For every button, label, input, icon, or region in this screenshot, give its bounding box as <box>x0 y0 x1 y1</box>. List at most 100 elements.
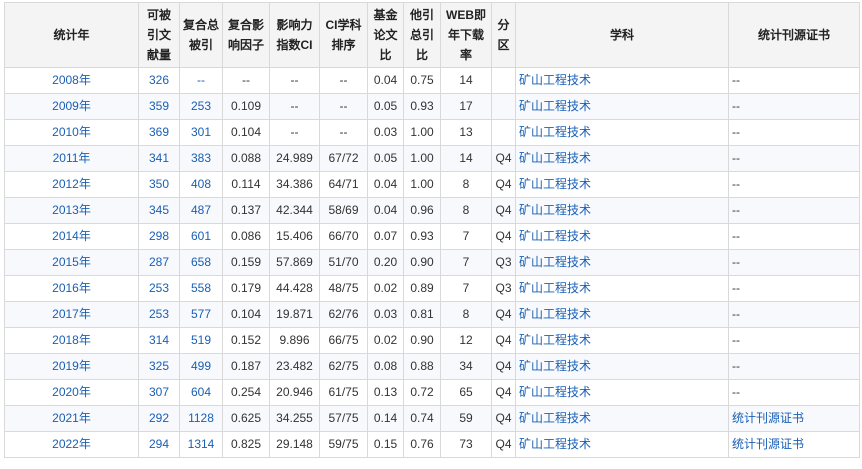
ci-rank: 62/76 <box>328 307 359 321</box>
citable-count-link[interactable]: 253 <box>149 281 169 295</box>
cell-year: 2018年 <box>4 327 139 354</box>
subject-link[interactable]: 矿山工程技术 <box>519 437 591 451</box>
citable-count-link[interactable]: 341 <box>149 151 169 165</box>
total-cited-link[interactable]: 383 <box>191 151 211 165</box>
subject-link[interactable]: 矿山工程技术 <box>519 73 591 87</box>
cell-web: 14 <box>440 145 492 172</box>
zone: Q4 <box>495 385 512 399</box>
citable-count-link[interactable]: 350 <box>149 177 169 191</box>
cell-impact: 0.137 <box>222 197 270 224</box>
total-cited-link[interactable]: 604 <box>191 385 211 399</box>
cell-ci: 34.255 <box>269 405 320 432</box>
cell-rank: 66/70 <box>319 223 368 250</box>
year-link[interactable]: 2022年 <box>52 437 91 451</box>
ci-rank: 66/75 <box>328 333 359 347</box>
cell-web: 65 <box>440 379 492 406</box>
impact-factor: -- <box>242 73 250 87</box>
cell-zone <box>491 93 516 120</box>
total-cited-link[interactable]: 558 <box>191 281 211 295</box>
citable-count-link[interactable]: 359 <box>149 99 169 113</box>
citable-count-link[interactable]: 314 <box>149 333 169 347</box>
year-link[interactable]: 2013年 <box>52 203 91 217</box>
total-cited-link[interactable]: 301 <box>191 125 211 139</box>
cell-zone <box>491 67 516 94</box>
cell-zone: Q4 <box>491 197 516 224</box>
other-cite-ratio: 0.93 <box>410 229 434 243</box>
total-cited-link[interactable]: -- <box>197 73 205 87</box>
total-cited-link[interactable]: 487 <box>191 203 211 217</box>
citable-count-link[interactable]: 326 <box>149 73 169 87</box>
cell-cert: -- <box>728 301 860 328</box>
header-row: 统计年 可被 引文 献量 复合总 被引 复合影 响因子 影响力 指数CI CI学科 排序 基金 论文比他引… <box>4 2 860 68</box>
cell-impact: 0.086 <box>222 223 270 250</box>
subject-link[interactable]: 矿山工程技术 <box>519 125 591 139</box>
table-row: 2009年 359 253 0.109 -- -- 0.05 0.93 17 矿山工程技术 -- <box>4 93 860 120</box>
year-link[interactable]: 2015年 <box>52 255 91 269</box>
citable-count-link[interactable]: 345 <box>149 203 169 217</box>
cell-ci: 15.406 <box>269 223 320 250</box>
impact-factor: 0.254 <box>230 385 262 399</box>
cell-total_cited: 658 <box>179 249 223 276</box>
total-cited-link[interactable]: 577 <box>191 307 211 321</box>
total-cited-link[interactable]: 253 <box>191 99 211 113</box>
year-link[interactable]: 2009年 <box>52 99 91 113</box>
cell-total_cited: 558 <box>179 275 223 302</box>
citable-count-link[interactable]: 307 <box>149 385 169 399</box>
subject-link[interactable]: 矿山工程技术 <box>519 385 591 399</box>
total-cited-link[interactable]: 658 <box>191 255 211 269</box>
zone: Q4 <box>495 411 512 425</box>
year-link[interactable]: 2016年 <box>52 281 91 295</box>
total-cited-link[interactable]: 519 <box>191 333 211 347</box>
citable-count-link[interactable]: 325 <box>149 359 169 373</box>
certificate-link[interactable]: 统计刊源证书 <box>732 411 804 425</box>
cell-impact: 0.179 <box>222 275 270 302</box>
cell-rank: 58/69 <box>319 197 368 224</box>
citable-count-link[interactable]: 287 <box>149 255 169 269</box>
web-download-rate: 12 <box>459 333 473 347</box>
subject-link[interactable]: 矿山工程技术 <box>519 177 591 191</box>
year-link[interactable]: 2021年 <box>52 411 91 425</box>
cell-rank: -- <box>319 119 368 146</box>
cell-rank: 51/70 <box>319 249 368 276</box>
citable-count-link[interactable]: 292 <box>149 411 169 425</box>
year-link[interactable]: 2012年 <box>52 177 91 191</box>
cell-fund: 0.04 <box>367 197 404 224</box>
total-cited-link[interactable]: 499 <box>191 359 211 373</box>
year-link[interactable]: 2014年 <box>52 229 91 243</box>
other-cite-ratio: 1.00 <box>410 125 434 139</box>
citable-count-link[interactable]: 298 <box>149 229 169 243</box>
subject-link[interactable]: 矿山工程技术 <box>519 281 591 295</box>
cell-rank: 62/76 <box>319 301 368 328</box>
citable-count-link[interactable]: 294 <box>149 437 169 451</box>
cell-web: 12 <box>440 327 492 354</box>
subject-link[interactable]: 矿山工程技术 <box>519 151 591 165</box>
cell-total_cited: 487 <box>179 197 223 224</box>
year-link[interactable]: 2011年 <box>53 151 91 165</box>
ci-rank: 48/75 <box>328 281 359 295</box>
cell-year: 2013年 <box>4 197 139 224</box>
year-link[interactable]: 2010年 <box>52 125 91 139</box>
subject-link[interactable]: 矿山工程技术 <box>519 307 591 321</box>
year-link[interactable]: 2008年 <box>52 73 91 87</box>
subject-link[interactable]: 矿山工程技术 <box>519 411 591 425</box>
certificate-link[interactable]: 统计刊源证书 <box>732 437 804 451</box>
subject-link[interactable]: 矿山工程技术 <box>519 203 591 217</box>
table-header: 统计年 可被 引文 献量 复合总 被引 复合影 响因子 影响力 指数CI CI学科 排序 基金 论文比他引… <box>4 2 860 68</box>
cell-cert: -- <box>728 249 860 276</box>
total-cited-link[interactable]: 1128 <box>188 411 214 425</box>
subject-link[interactable]: 矿山工程技术 <box>519 255 591 269</box>
subject-link[interactable]: 矿山工程技术 <box>519 333 591 347</box>
subject-link[interactable]: 矿山工程技术 <box>519 359 591 373</box>
subject-link[interactable]: 矿山工程技术 <box>519 99 591 113</box>
year-link[interactable]: 2018年 <box>52 333 91 347</box>
citable-count-link[interactable]: 253 <box>149 307 169 321</box>
year-link[interactable]: 2020年 <box>52 385 91 399</box>
cell-other: 0.90 <box>403 327 441 354</box>
citable-count-link[interactable]: 369 <box>149 125 169 139</box>
year-link[interactable]: 2019年 <box>52 359 91 373</box>
subject-link[interactable]: 矿山工程技术 <box>519 229 591 243</box>
year-link[interactable]: 2017年 <box>52 307 91 321</box>
total-cited-link[interactable]: 601 <box>191 229 211 243</box>
total-cited-link[interactable]: 1314 <box>188 437 215 451</box>
total-cited-link[interactable]: 408 <box>191 177 211 191</box>
